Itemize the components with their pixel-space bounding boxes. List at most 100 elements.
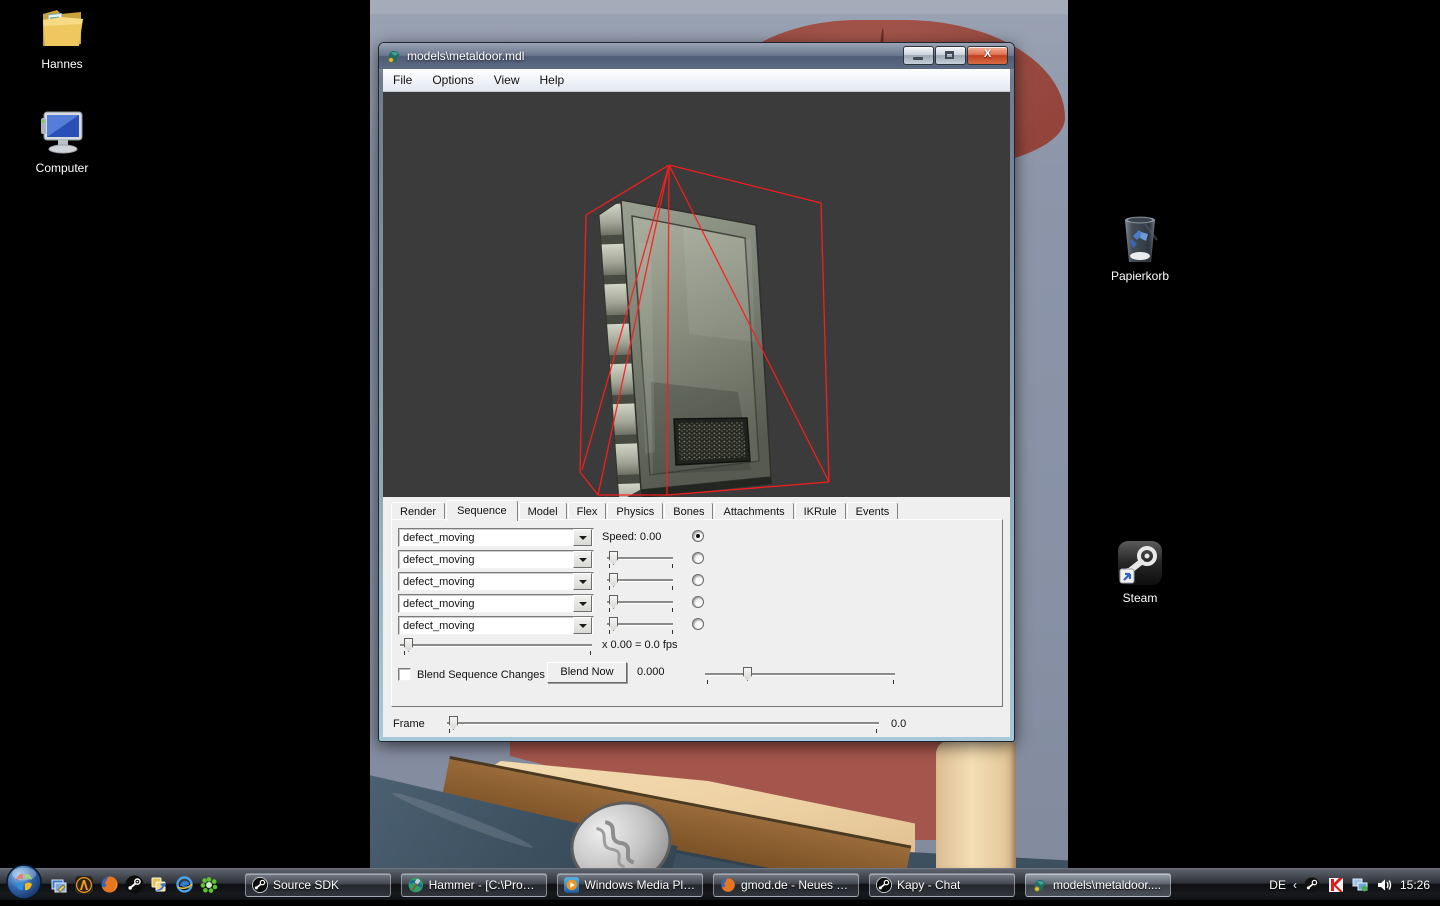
desktop-icon-label: Hannes <box>18 57 106 71</box>
firefox-icon <box>720 877 736 893</box>
weight-slider-4[interactable] <box>607 594 673 611</box>
tab-sequence[interactable]: Sequence <box>446 500 518 521</box>
weight-slider-3[interactable] <box>607 572 673 589</box>
speed-scale-slider[interactable] <box>400 637 592 654</box>
tab-ikrule[interactable]: IKRule <box>795 502 846 520</box>
taskbar-button-label: gmod.de - Neues T... <box>741 878 852 892</box>
taskbar-button-kapy-chat[interactable]: Kapy - Chat <box>869 873 1015 897</box>
close-button[interactable]: X <box>967 46 1008 65</box>
maximize-icon <box>945 51 954 59</box>
fps-label: x 0.00 = 0.0 fps <box>602 639 678 651</box>
steam-tray-icon[interactable] <box>1304 876 1321 893</box>
close-icon: X <box>968 48 1007 60</box>
sequence-select-value: defect_moving <box>399 532 573 544</box>
media-player-icon <box>564 877 579 893</box>
system-tray: DE ‹ 15:26 <box>1269 876 1440 893</box>
sequence-select-1[interactable]: defect_moving <box>398 528 594 547</box>
menu-file[interactable]: File <box>383 71 422 89</box>
tab-model[interactable]: Model <box>519 502 567 520</box>
taskbar-button-hammer[interactable]: Hammer - [C:\Progr... <box>401 873 547 897</box>
internet-explorer-icon[interactable] <box>174 875 194 895</box>
taskbar-button-media-player[interactable]: Windows Media Pla... <box>557 873 703 897</box>
desktop: { "window": { "title": "models\\metaldoo… <box>0 0 1440 900</box>
quick-launch <box>49 875 219 895</box>
sequence-select-value: defect_moving <box>399 598 573 610</box>
sequence-select-3[interactable]: defect_moving <box>398 572 594 591</box>
menu-options[interactable]: Options <box>422 71 483 89</box>
blend-sequence-checkbox[interactable] <box>398 668 411 681</box>
window-content: File Options View Help <box>383 69 1010 737</box>
volume-tray-icon[interactable] <box>1376 876 1393 893</box>
windows-orb-icon <box>5 863 43 901</box>
hammer-icon <box>408 877 424 893</box>
start-button[interactable] <box>5 863 43 901</box>
taskbar-button-gmod[interactable]: gmod.de - Neues T... <box>713 873 859 897</box>
sequence-select-4[interactable]: defect_moving <box>398 594 594 613</box>
taskbar: Source SDK Hammer - [C:\Progr... Windows… <box>0 868 1440 900</box>
taskbar-button-label: Windows Media Pla... <box>584 878 696 892</box>
frame-value: 0.0 <box>891 718 906 730</box>
blend-now-button[interactable]: Blend Now <box>547 662 627 683</box>
menu-help[interactable]: Help <box>530 71 575 89</box>
sequence-radio-1[interactable] <box>692 530 704 542</box>
tab-strip: Render Sequence Model Flex Physics Bones… <box>391 500 899 520</box>
dropdown-arrow-icon[interactable] <box>573 617 592 634</box>
recycle-bin-icon <box>1115 212 1165 266</box>
steam-icon[interactable] <box>124 875 144 895</box>
blend-slider[interactable] <box>705 666 895 683</box>
dropdown-arrow-icon[interactable] <box>573 595 592 612</box>
dropdown-arrow-icon[interactable] <box>573 529 592 546</box>
weight-slider-5[interactable] <box>607 616 673 633</box>
tab-events[interactable]: Events <box>847 502 899 520</box>
taskbar-button-label: Kapy - Chat <box>897 878 960 892</box>
kaspersky-tray-icon[interactable] <box>1328 876 1345 893</box>
taskbar-button-label: Hammer - [C:\Progr... <box>429 878 540 892</box>
tab-physics[interactable]: Physics <box>607 502 663 520</box>
taskbar-button-source-sdk[interactable]: Source SDK <box>245 873 391 897</box>
sequence-radio-5[interactable] <box>692 618 704 630</box>
clock[interactable]: 15:26 <box>1400 878 1430 892</box>
sequence-select-value: defect_moving <box>399 554 573 566</box>
desktop-icon-steam[interactable]: Steam <box>1096 538 1184 605</box>
window-titlebar[interactable]: models\metaldoor.mdl X <box>379 43 1014 69</box>
icq-icon[interactable] <box>199 875 219 895</box>
firefox-icon[interactable] <box>99 875 119 895</box>
taskbar-button-metaldoor[interactable]: models\metaldoor.... <box>1025 873 1171 897</box>
window-title: models\metaldoor.mdl <box>407 49 524 63</box>
desktop-icon-computer[interactable]: Computer <box>18 106 106 175</box>
tray-chevron-icon[interactable]: ‹ <box>1293 878 1297 892</box>
tab-flex[interactable]: Flex <box>568 502 607 520</box>
language-indicator[interactable]: DE <box>1269 878 1286 892</box>
sequence-select-value: defect_moving <box>399 620 573 632</box>
desktop-icon-hannes[interactable]: Hannes <box>18 4 106 71</box>
minimize-button[interactable] <box>903 46 934 65</box>
sequence-radio-2[interactable] <box>692 552 704 564</box>
blend-sequence-label: Blend Sequence Changes <box>417 669 545 681</box>
dropdown-arrow-icon[interactable] <box>573 551 592 568</box>
switch-windows-icon[interactable] <box>149 875 169 895</box>
control-panel: Render Sequence Model Flex Physics Bones… <box>383 497 1010 737</box>
tab-attachments[interactable]: Attachments <box>714 502 793 520</box>
frame-slider[interactable] <box>447 715 879 732</box>
desktop-icon-papierkorb[interactable]: Papierkorb <box>1096 212 1184 283</box>
show-desktop-icon[interactable] <box>49 875 69 895</box>
network-tray-icon[interactable] <box>1352 876 1369 893</box>
sequence-radio-4[interactable] <box>692 596 704 608</box>
frame-label: Frame <box>393 718 425 730</box>
dropdown-arrow-icon[interactable] <box>573 573 592 590</box>
model-viewport[interactable] <box>383 92 1010 497</box>
sequence-select-2[interactable]: defect_moving <box>398 550 594 569</box>
taskbar-button-label: Source SDK <box>273 878 339 892</box>
sequence-radio-3[interactable] <box>692 574 704 586</box>
half-life-icon[interactable] <box>74 875 94 895</box>
desktop-icon-label: Papierkorb <box>1096 269 1184 283</box>
desktop-icon-label: Computer <box>18 161 106 175</box>
wallpaper-top-band <box>370 0 1068 14</box>
blend-value: 0.000 <box>637 666 665 678</box>
weight-slider-2[interactable] <box>607 550 673 567</box>
sequence-select-5[interactable]: defect_moving <box>398 616 594 635</box>
tab-bones[interactable]: Bones <box>664 502 713 520</box>
tab-render[interactable]: Render <box>391 502 445 520</box>
menu-view[interactable]: View <box>484 71 530 89</box>
maximize-button[interactable] <box>935 46 966 65</box>
